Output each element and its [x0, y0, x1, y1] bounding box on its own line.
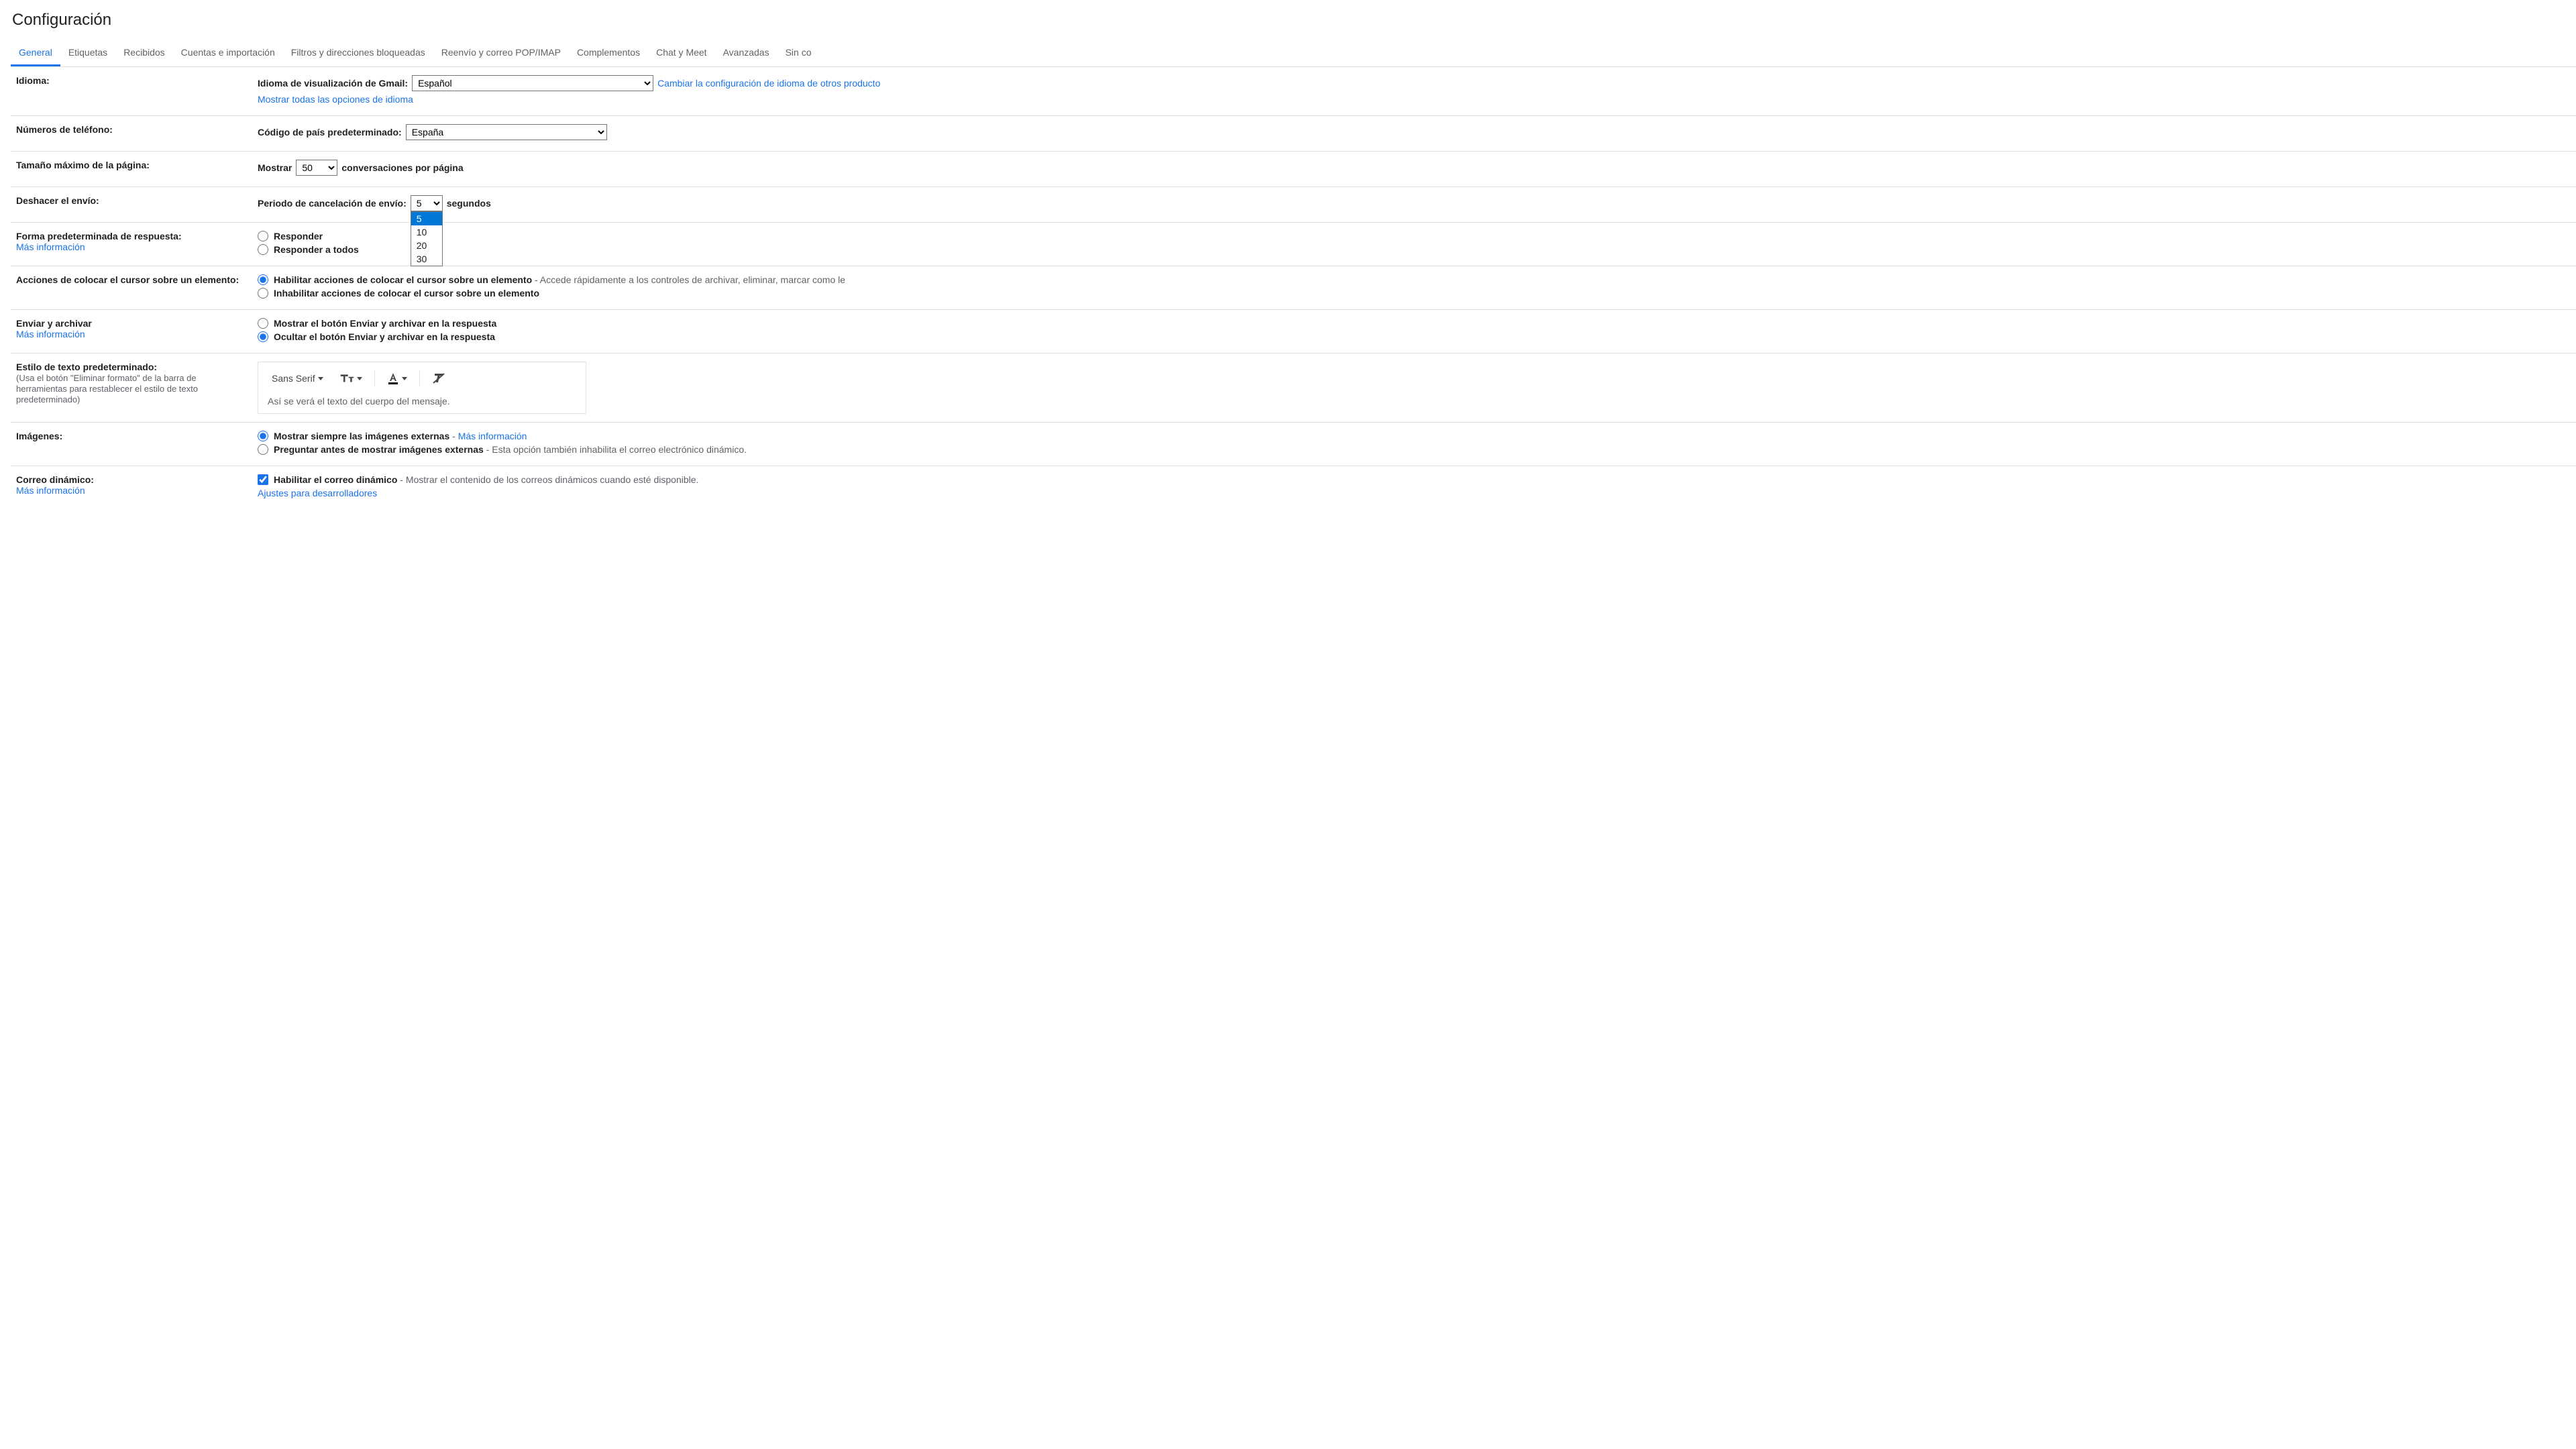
tab-etiquetas[interactable]: Etiquetas: [60, 40, 115, 66]
tab-cuentas[interactable]: Cuentas e importación: [173, 40, 283, 66]
dynamic-more-info-link[interactable]: Más información: [16, 485, 85, 496]
reply-more-info-link[interactable]: Más información: [16, 241, 85, 252]
dynamic-checkbox-label: Habilitar el correo dinámico: [274, 474, 397, 485]
hover-label: Acciones de colocar el cursor sobre un e…: [16, 274, 239, 285]
text-style-toolbar: Sans Serif: [268, 369, 576, 388]
section-reply: Forma predeterminada de respuesta: Más i…: [11, 223, 2576, 266]
section-send-archive: Enviar y archivar Más información Mostra…: [11, 310, 2576, 354]
send-archive-option1-label: Mostrar el botón Enviar y archivar en la…: [274, 318, 496, 329]
undo-send-select[interactable]: 5: [411, 195, 443, 211]
send-archive-radio-hide[interactable]: [258, 331, 268, 342]
tab-general[interactable]: General: [11, 40, 60, 66]
dynamic-checkbox-desc: - Mostrar el contenido de los correos di…: [397, 474, 698, 485]
undo-send-dropdown: 5 10 20 30: [411, 211, 443, 266]
reply-label: Forma predeterminada de respuesta:: [16, 231, 182, 241]
chevron-down-icon: [402, 377, 407, 380]
tab-filtros[interactable]: Filtros y direcciones bloqueadas: [283, 40, 433, 66]
send-archive-more-info-link[interactable]: Más información: [16, 329, 85, 339]
section-dynamic: Correo dinámico: Más información Habilit…: [11, 466, 2576, 509]
page-size-label: Tamaño máximo de la página:: [16, 160, 258, 170]
undo-option-10[interactable]: 10: [411, 225, 442, 239]
idioma-display-label: Idioma de visualización de Gmail:: [258, 78, 408, 89]
hover-option2-label: Inhabilitar acciones de colocar el curso…: [274, 288, 539, 299]
tab-sin-conexion[interactable]: Sin co: [777, 40, 820, 66]
dynamic-dev-link[interactable]: Ajustes para desarrolladores: [258, 488, 377, 498]
images-option2-label: Preguntar antes de mostrar imágenes exte…: [274, 444, 484, 455]
undo-send-label: Deshacer el envío:: [16, 195, 258, 206]
text-style-label: Estilo de texto predeterminado:: [16, 362, 157, 372]
images-label: Imágenes:: [16, 431, 258, 441]
telefono-select[interactable]: España: [406, 124, 607, 140]
dynamic-label: Correo dinámico:: [16, 474, 94, 485]
dynamic-checkbox[interactable]: [258, 474, 268, 485]
section-telefono: Números de teléfono: Código de país pred…: [11, 116, 2576, 152]
tab-recibidos[interactable]: Recibidos: [115, 40, 172, 66]
page-size-suffix: conversaciones por página: [341, 162, 463, 173]
send-archive-label: Enviar y archivar: [16, 318, 92, 329]
images-radio-always[interactable]: [258, 431, 268, 441]
section-page-size: Tamaño máximo de la página: Mostrar 50 c…: [11, 152, 2576, 187]
toolbar-divider: [374, 370, 375, 386]
reply-option2-label: Responder a todos: [274, 244, 359, 255]
send-archive-radio-show[interactable]: [258, 318, 268, 329]
send-archive-option2-label: Ocultar el botón Enviar y archivar en la…: [274, 331, 495, 342]
undo-option-30[interactable]: 30: [411, 252, 442, 266]
idioma-show-all-link[interactable]: Mostrar todas las opciones de idioma: [258, 94, 413, 105]
text-size-icon: [339, 372, 354, 384]
undo-option-5[interactable]: 5: [411, 212, 442, 225]
text-style-box: Sans Serif: [258, 362, 586, 414]
toolbar-divider: [419, 370, 420, 386]
section-undo-send: Deshacer el envío: Periodo de cancelació…: [11, 187, 2576, 223]
images-option1-link[interactable]: Más información: [458, 431, 527, 441]
page-title: Configuración: [12, 11, 2576, 30]
tab-chat-meet[interactable]: Chat y Meet: [648, 40, 714, 66]
page-size-select[interactable]: 50: [296, 160, 337, 176]
text-color-button[interactable]: [383, 369, 411, 388]
text-style-preview: Así se verá el texto del cuerpo del mens…: [268, 396, 576, 407]
chevron-down-icon: [357, 377, 362, 380]
section-hover: Acciones de colocar el cursor sobre un e…: [11, 266, 2576, 310]
images-radio-ask[interactable]: [258, 444, 268, 455]
hover-radio-disable[interactable]: [258, 288, 268, 299]
font-size-button[interactable]: [335, 370, 366, 387]
section-text-style: Estilo de texto predeterminado: (Usa el …: [11, 354, 2576, 423]
hover-option1-label: Habilitar acciones de colocar el cursor …: [274, 274, 532, 285]
text-style-sublabel: (Usa el botón "Eliminar formato" de la b…: [16, 373, 198, 405]
idioma-change-link[interactable]: Cambiar la configuración de idioma de ot…: [657, 78, 880, 89]
tab-reenvio[interactable]: Reenvío y correo POP/IMAP: [433, 40, 569, 66]
reply-radio-responder-todos[interactable]: [258, 244, 268, 255]
font-family-label: Sans Serif: [272, 373, 315, 384]
tab-complementos[interactable]: Complementos: [569, 40, 648, 66]
telefono-label: Números de teléfono:: [16, 124, 258, 135]
undo-send-period-label: Periodo de cancelación de envío:: [258, 198, 407, 209]
reply-option1-label: Responder: [274, 231, 323, 241]
chevron-down-icon: [318, 377, 323, 380]
hover-option1-desc: - Accede rápidamente a los controles de …: [532, 274, 845, 285]
hover-radio-enable[interactable]: [258, 274, 268, 285]
remove-format-icon: [432, 372, 445, 384]
images-option1-label: Mostrar siempre las imágenes externas: [274, 431, 449, 441]
page-size-prefix: Mostrar: [258, 162, 292, 173]
telefono-code-label: Código de país predeterminado:: [258, 127, 402, 138]
idioma-select[interactable]: Español: [412, 75, 653, 91]
settings-tabs: General Etiquetas Recibidos Cuentas e im…: [11, 40, 2576, 67]
tab-avanzadas[interactable]: Avanzadas: [715, 40, 777, 66]
section-idioma: Idioma: Idioma de visualización de Gmail…: [11, 67, 2576, 116]
section-images: Imágenes: Mostrar siempre las imágenes e…: [11, 423, 2576, 466]
idioma-label: Idioma:: [16, 75, 258, 86]
undo-option-20[interactable]: 20: [411, 239, 442, 252]
font-family-button[interactable]: Sans Serif: [268, 370, 327, 386]
remove-formatting-button[interactable]: [428, 370, 449, 387]
undo-send-suffix: segundos: [447, 198, 491, 209]
images-option2-desc: - Esta opción también inhabilita el corr…: [484, 444, 747, 455]
text-color-icon: [387, 372, 399, 385]
reply-radio-responder[interactable]: [258, 231, 268, 241]
